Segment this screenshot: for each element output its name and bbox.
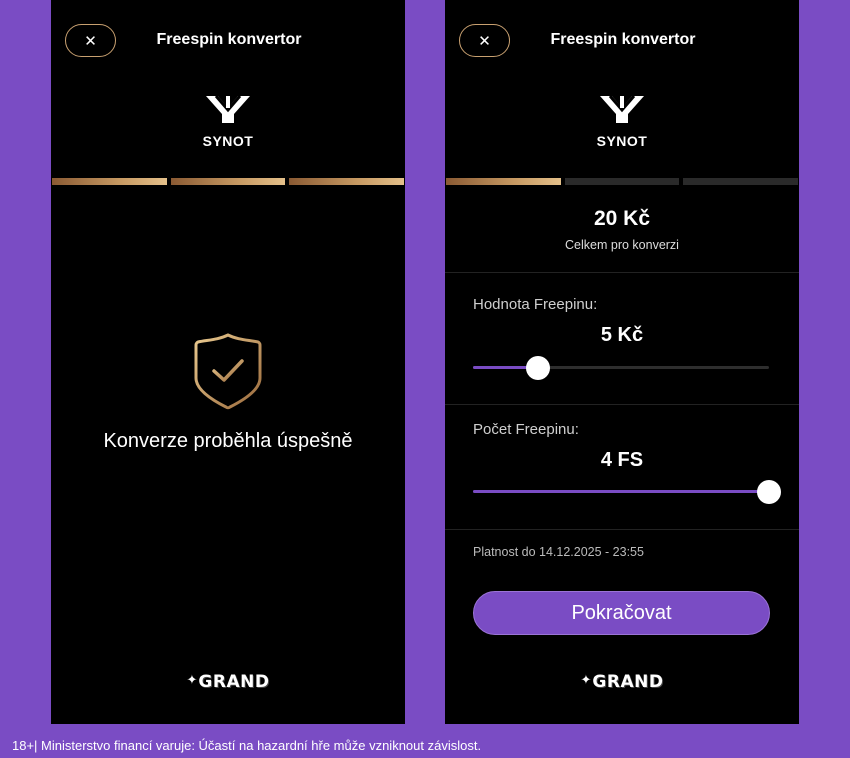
divider: [445, 272, 799, 273]
top-bar: ✕ Freespin konvertor: [51, 0, 405, 80]
success-block: Konverze proběhla úspešně: [51, 332, 405, 453]
brand: SYNOT: [51, 94, 405, 149]
freespin-count-amount: 4 FS: [600, 449, 644, 471]
sparkle-icon: ✦: [580, 672, 592, 687]
step-progress: [52, 178, 405, 185]
divider: [445, 404, 799, 405]
success-message: Konverze proběhla úspešně: [103, 430, 353, 452]
shield-check-icon: [194, 333, 262, 410]
slider-thumb[interactable]: [526, 356, 551, 380]
gambling-disclaimer: 18+| Ministerstvo financí varuje: Účastí…: [12, 738, 482, 753]
freespin-count-slider[interactable]: [473, 477, 781, 507]
synot-logo-icon: [206, 95, 250, 123]
page-title: Freespin konvertor: [156, 31, 302, 48]
brand-name: SYNOT: [202, 133, 254, 149]
slider-fill: [473, 490, 769, 493]
progress-step-1: [52, 178, 167, 185]
total-amount: 20 Kč: [593, 207, 651, 230]
freespin-count-label: Počet Freepinu:: [473, 421, 579, 438]
progress-step-1: [446, 178, 561, 185]
grand-logo-text: GRAND: [592, 672, 664, 692]
slider-thumb[interactable]: [757, 480, 781, 504]
top-bar: ✕ Freespin konvertor: [445, 0, 799, 80]
freespin-value-slider[interactable]: [473, 353, 769, 383]
synot-logo-icon: [600, 95, 644, 123]
success-screen: ✕ Freespin konvertor SYNOT Konverze prob…: [51, 0, 405, 724]
progress-step-3: [289, 178, 405, 185]
page-title: Freespin konvertor: [550, 31, 696, 48]
continue-button[interactable]: Pokračovat: [473, 591, 770, 635]
total-caption: Celkem pro konverzi: [565, 238, 679, 252]
grand-logo: ✦GRAND: [445, 672, 799, 702]
brand: SYNOT: [445, 94, 799, 149]
validity-text: Platnost do 14.12.2025 - 23:55: [473, 545, 644, 559]
converter-screen: ✕ Freespin konvertor SYNOT 20 Kč Celkem …: [445, 0, 799, 724]
progress-step-2: [170, 178, 286, 185]
progress-step-3: [683, 178, 799, 185]
conversion-total: 20 Kč Celkem pro konverzi: [445, 207, 799, 252]
freespin-value-label: Hodnota Freepinu:: [473, 296, 598, 313]
grand-logo-text: GRAND: [198, 672, 270, 692]
brand-name: SYNOT: [596, 133, 648, 149]
freespin-value-amount: 5 Kč: [600, 324, 644, 346]
divider: [445, 529, 799, 530]
sparkle-icon: ✦: [186, 672, 198, 687]
step-progress: [446, 178, 799, 185]
grand-logo: ✦GRAND: [51, 672, 405, 702]
progress-step-2: [564, 178, 680, 185]
